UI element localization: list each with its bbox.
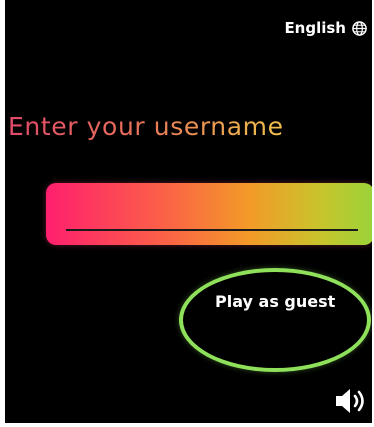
language-label: English <box>284 19 346 37</box>
globe-icon <box>352 20 367 36</box>
speaker-icon[interactable] <box>333 387 369 415</box>
input-underline <box>66 229 358 231</box>
username-input[interactable] <box>66 191 362 229</box>
language-selector[interactable]: English <box>284 18 367 38</box>
guest-highlight-ring <box>179 268 371 372</box>
play-as-guest-button[interactable]: Play as guest <box>215 292 335 318</box>
username-field-container <box>46 183 372 245</box>
username-label: Enter your username <box>8 112 284 141</box>
game-login-screen: English Enter your username Play as gues… <box>5 0 372 423</box>
